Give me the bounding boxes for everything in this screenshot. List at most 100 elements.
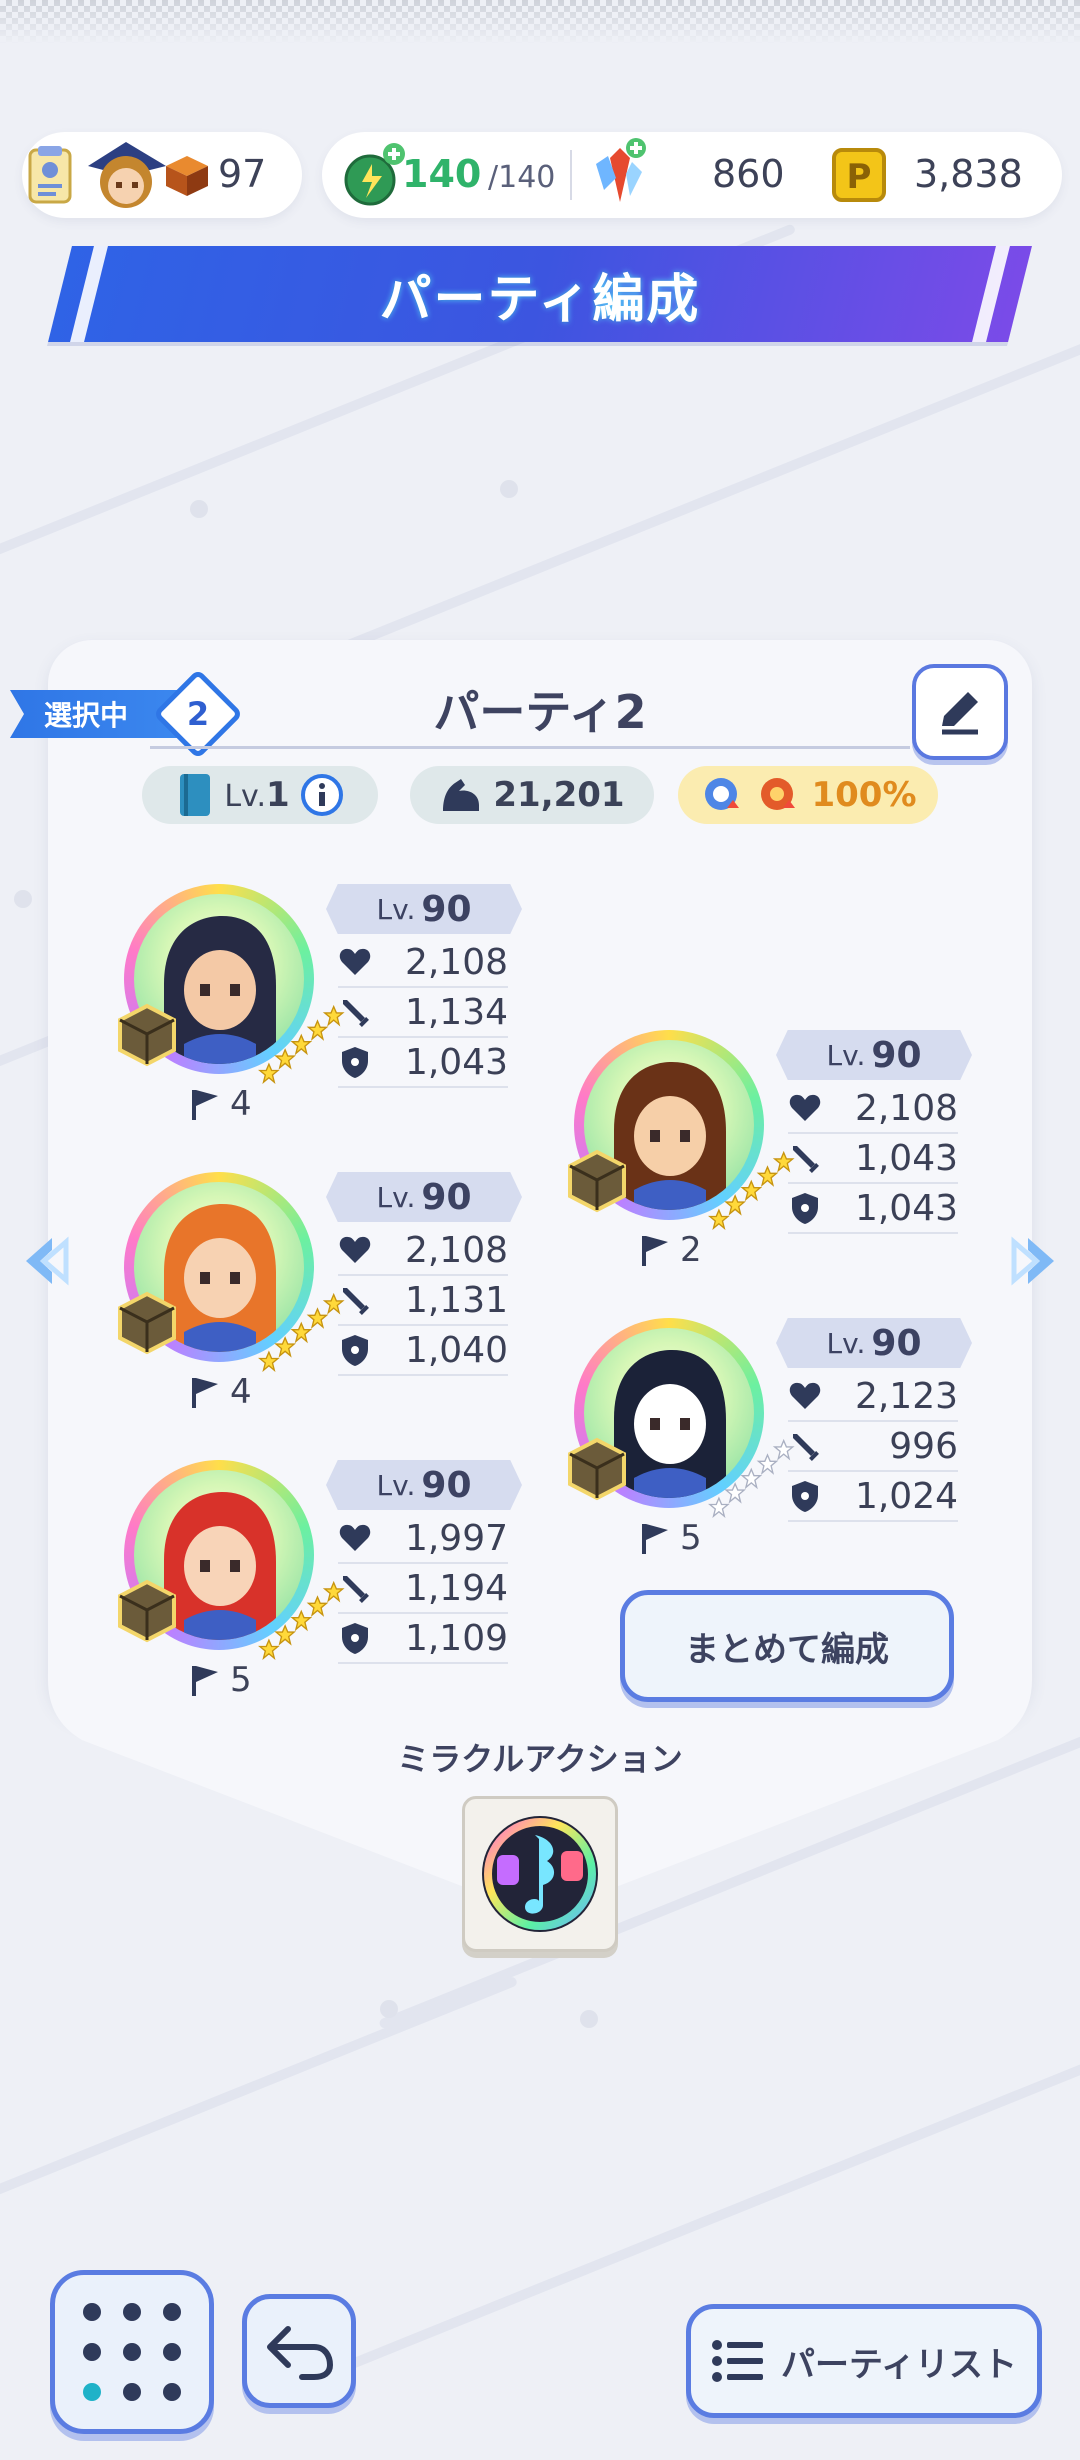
star-rating bbox=[708, 1438, 795, 1518]
star-icon bbox=[740, 1467, 763, 1490]
defense-stat: 1,043 bbox=[338, 1038, 508, 1088]
star-icon bbox=[708, 1208, 730, 1230]
stamina-max: /140 bbox=[488, 160, 556, 195]
defense-stat: 1,043 bbox=[788, 1184, 958, 1234]
level-badge: Lv. 90 bbox=[776, 1030, 972, 1080]
edit-name-button[interactable] bbox=[912, 664, 1008, 760]
character-slot[interactable]: 5 Lv. 90 1,997 1,194 1,109 bbox=[118, 1460, 544, 1700]
sword-icon bbox=[793, 1146, 819, 1173]
shield-icon bbox=[792, 1193, 818, 1224]
item-box-icon bbox=[166, 156, 208, 196]
star-icon bbox=[756, 1165, 779, 1187]
book-level-chip[interactable]: Lv. 1 bbox=[142, 766, 378, 824]
menu-button[interactable] bbox=[50, 2270, 214, 2434]
sword-icon bbox=[793, 1434, 819, 1461]
attack-stat: 1,134 bbox=[338, 988, 508, 1038]
back-arrow-icon bbox=[267, 2326, 334, 2380]
item-count: 97 bbox=[218, 152, 267, 196]
shield-icon bbox=[792, 1481, 818, 1512]
flag-icon bbox=[192, 1090, 218, 1120]
gem-count: 860 bbox=[712, 152, 785, 196]
star-icon bbox=[258, 1350, 280, 1372]
flag-icon bbox=[192, 1378, 218, 1408]
stamina-value: 140 bbox=[402, 152, 482, 196]
coin-icon: P bbox=[832, 148, 886, 202]
hp-stat: 2,123 bbox=[788, 1372, 958, 1422]
prev-party-arrow[interactable] bbox=[16, 1232, 74, 1290]
selected-label: 選択中 bbox=[44, 699, 129, 732]
pencil-icon bbox=[942, 692, 978, 735]
star-rating bbox=[258, 1292, 345, 1372]
defense-stat: 1,024 bbox=[788, 1472, 958, 1522]
heart-icon bbox=[789, 1094, 821, 1121]
flag-icon bbox=[642, 1236, 668, 1266]
resource-divider bbox=[570, 150, 572, 200]
flag-count: 4 bbox=[186, 1084, 252, 1124]
star-icon bbox=[274, 1336, 296, 1358]
muscle-icon bbox=[443, 779, 480, 811]
hp-stat: 1,997 bbox=[338, 1514, 508, 1564]
heart-icon bbox=[339, 1524, 371, 1551]
heart-icon bbox=[339, 948, 371, 975]
book-icon bbox=[180, 774, 211, 816]
star-rating bbox=[708, 1150, 795, 1230]
attack-stat: 1,043 bbox=[788, 1134, 958, 1184]
page-title: パーティ編成 bbox=[379, 269, 701, 330]
attack-stat: 996 bbox=[788, 1422, 958, 1472]
back-button[interactable] bbox=[242, 2294, 356, 2408]
hp-stat: 2,108 bbox=[338, 938, 508, 988]
level-badge: Lv. 90 bbox=[326, 1172, 522, 1222]
miracle-action-slot[interactable] bbox=[462, 1796, 618, 1952]
character-slot[interactable]: 4 Lv. 90 2,108 1,134 1,043 bbox=[118, 884, 544, 1124]
star-icon bbox=[306, 1019, 329, 1041]
coin-count: 3,838 bbox=[914, 152, 1023, 196]
cube-icon bbox=[118, 1579, 176, 1643]
defense-stat: 1,040 bbox=[338, 1326, 508, 1376]
flag-count: 5 bbox=[186, 1660, 252, 1700]
cube-icon bbox=[568, 1437, 626, 1501]
svg-text:P: P bbox=[847, 157, 872, 197]
flag-count: 2 bbox=[636, 1230, 702, 1270]
level-badge: Lv. 90 bbox=[776, 1318, 972, 1368]
attack-stat: 1,194 bbox=[338, 1564, 508, 1614]
star-icon bbox=[708, 1496, 730, 1518]
defense-stat: 1,109 bbox=[338, 1614, 508, 1664]
flag-count: 5 bbox=[636, 1518, 702, 1558]
shield-icon bbox=[342, 1623, 368, 1654]
star-icon bbox=[724, 1194, 746, 1216]
star-icon bbox=[756, 1453, 779, 1475]
miracle-action-label: ミラクルアクション bbox=[397, 1740, 683, 1778]
info-icon[interactable] bbox=[300, 773, 344, 817]
shield-icon bbox=[342, 1047, 368, 1078]
star-icon bbox=[258, 1062, 280, 1084]
star-icon bbox=[724, 1482, 746, 1504]
top-checker-border bbox=[0, 0, 1080, 44]
book-level-text: Lv. 1 bbox=[224, 775, 290, 815]
next-party-arrow[interactable] bbox=[1006, 1232, 1064, 1290]
flag-icon bbox=[192, 1666, 218, 1696]
profile-pill[interactable]: 97 bbox=[22, 132, 302, 218]
level-badge: Lv. 90 bbox=[326, 1460, 522, 1510]
total-power: 21,201 bbox=[493, 775, 625, 815]
profile-card-icon bbox=[28, 146, 72, 204]
stamina-icon[interactable] bbox=[342, 142, 408, 208]
flag-icon bbox=[642, 1524, 668, 1554]
heart-icon bbox=[339, 1236, 371, 1263]
bulk-edit-button[interactable]: まとめて編成 bbox=[620, 1590, 954, 1702]
character-slot[interactable]: 4 Lv. 90 2,108 1,131 1,040 bbox=[118, 1172, 544, 1412]
flag-count: 4 bbox=[186, 1372, 252, 1412]
character-slot[interactable]: 5 Lv. 90 2,123 996 1,024 bbox=[568, 1318, 994, 1558]
bulk-edit-label: まとめて編成 bbox=[685, 1629, 889, 1670]
bonus-percent: 100% bbox=[811, 775, 917, 815]
sword-icon bbox=[343, 1576, 369, 1603]
sword-icon bbox=[343, 1288, 369, 1315]
star-icon bbox=[290, 1033, 313, 1056]
party-name: パーティ2 bbox=[433, 685, 647, 739]
party-list-button[interactable]: パーティリスト bbox=[686, 2304, 1042, 2418]
gem-icon[interactable] bbox=[590, 138, 652, 212]
star-icon bbox=[290, 1321, 313, 1344]
character-slot[interactable]: 2 Lv. 90 2,108 1,043 1,043 bbox=[568, 1030, 994, 1270]
music-note-icon bbox=[482, 1816, 598, 1932]
skill-up-icon bbox=[705, 778, 740, 810]
attribute-up-icon bbox=[761, 778, 796, 810]
